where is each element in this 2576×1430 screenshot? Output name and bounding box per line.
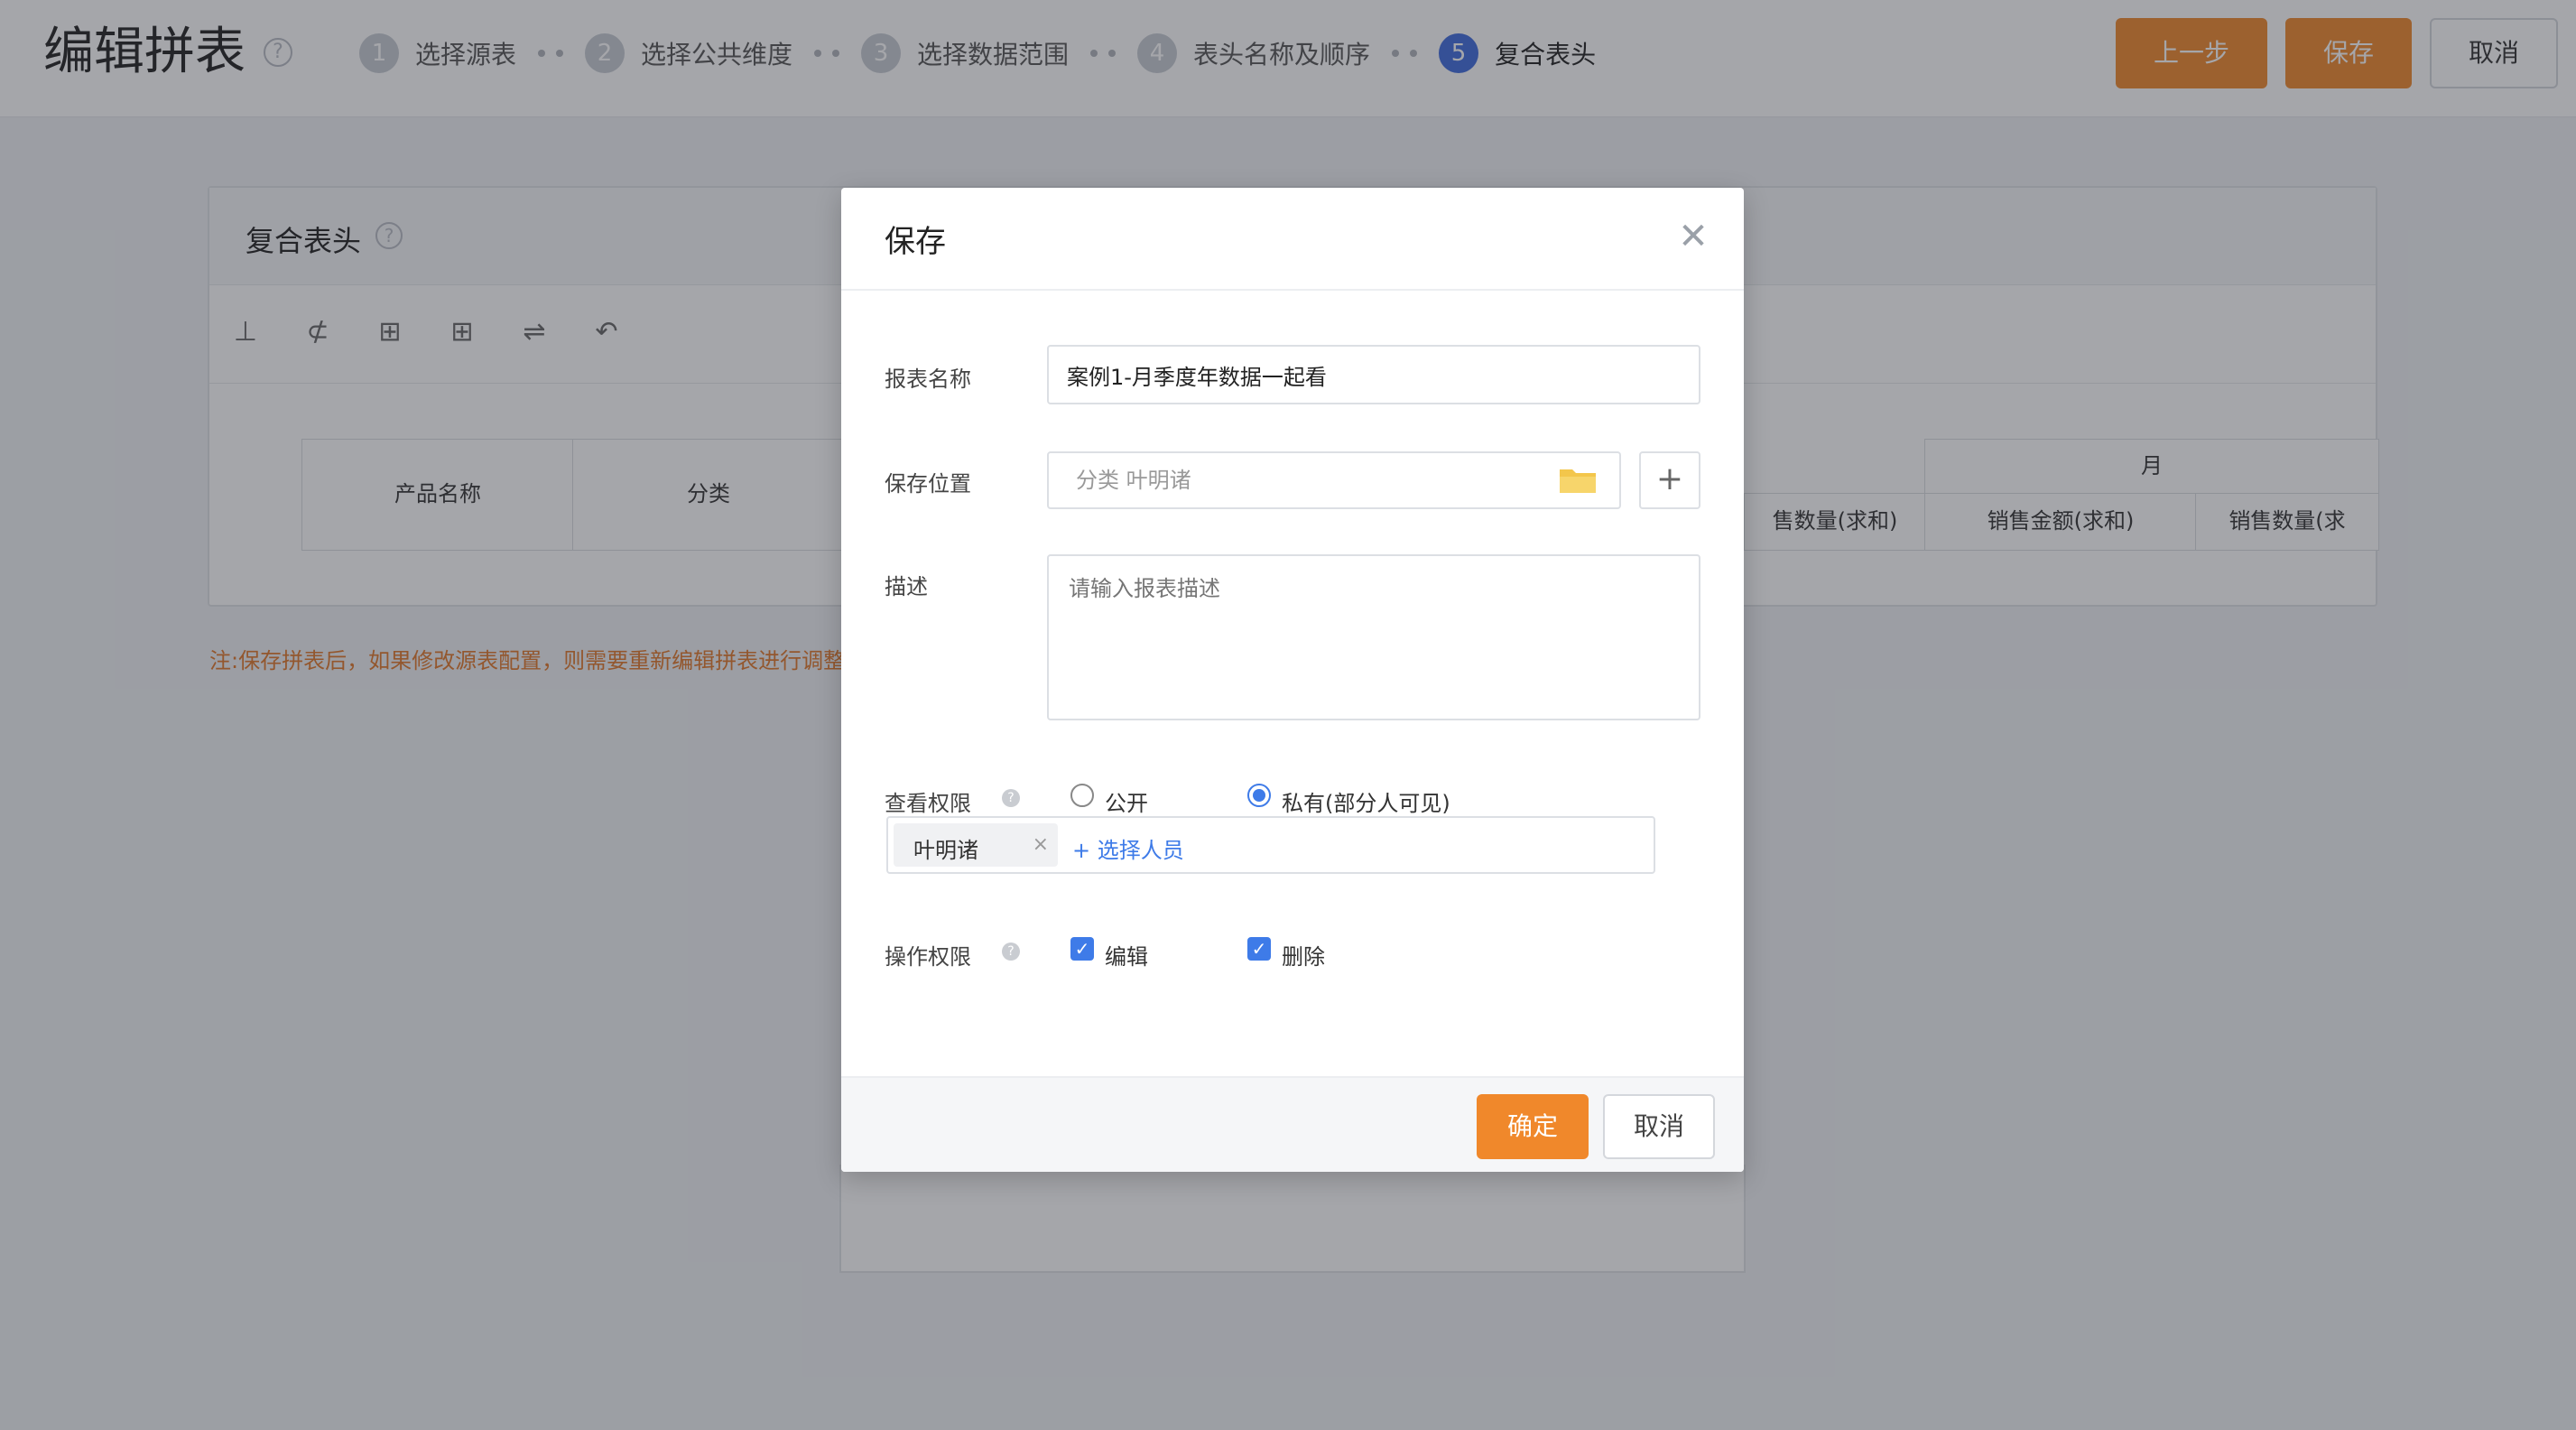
folder-icon[interactable] [1558, 464, 1598, 495]
person-tag-label: 叶明诸 [913, 838, 978, 863]
radio-private-label[interactable]: 私有(部分人可见) [1282, 785, 1450, 817]
radio-public-label[interactable]: 公开 [1105, 785, 1148, 817]
dialog-title: 保存 [885, 224, 946, 260]
dialog-cancel-button[interactable]: 取消 [1603, 1094, 1715, 1159]
radio-public[interactable] [1070, 784, 1094, 807]
confirm-button[interactable]: 确定 [1477, 1094, 1589, 1159]
person-tag: 叶明诸 × [894, 823, 1058, 867]
people-selector[interactable]: 叶明诸 × + 选择人员 [886, 816, 1655, 874]
checkbox-edit[interactable]: ✓ [1070, 937, 1094, 961]
dialog-footer: 确定 取消 [841, 1076, 1744, 1172]
description-textarea[interactable] [1047, 554, 1700, 720]
dialog-header: 保存 ✕ [841, 188, 1744, 291]
report-name-label: 报表名称 [885, 367, 971, 392]
radio-private[interactable] [1247, 784, 1271, 807]
add-location-button[interactable]: + [1639, 451, 1700, 509]
close-icon[interactable]: ✕ [1675, 218, 1711, 255]
save-location-label: 保存位置 [885, 471, 971, 497]
remove-tag-icon[interactable]: × [1033, 834, 1049, 856]
add-person-link[interactable]: + 选择人员 [1072, 832, 1184, 864]
checkbox-delete-label[interactable]: 删除 [1282, 939, 1325, 970]
question-circle-icon[interactable]: ? [1002, 789, 1020, 807]
report-name-input[interactable] [1047, 345, 1700, 404]
checkbox-edit-label[interactable]: 编辑 [1105, 939, 1148, 970]
checkbox-delete[interactable]: ✓ [1247, 937, 1271, 961]
save-location-value: 分类 叶明诸 [1076, 468, 1191, 493]
save-dialog: 保存 ✕ 报表名称 保存位置 分类 叶明诸 + 描述 查看权限 ? 公开 私有(… [841, 188, 1744, 1172]
save-location-field[interactable]: 分类 叶明诸 [1047, 451, 1621, 509]
description-label: 描述 [885, 574, 928, 599]
view-permission-label: 查看权限 [885, 791, 971, 816]
operation-permission-label: 操作权限 [885, 944, 971, 970]
question-circle-icon[interactable]: ? [1002, 942, 1020, 961]
